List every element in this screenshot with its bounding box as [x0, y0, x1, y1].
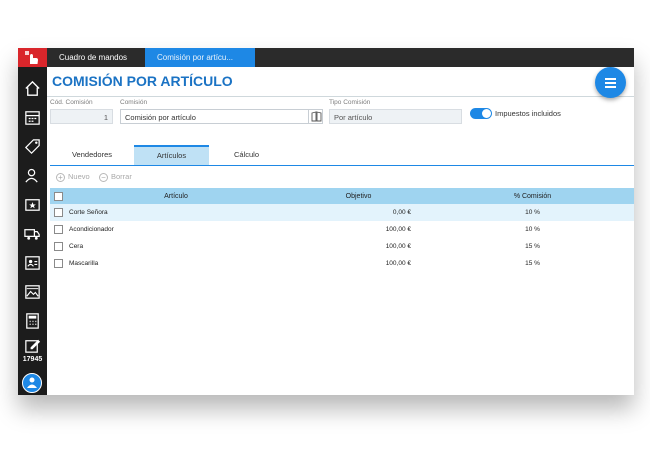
cell-comision: 15 % — [525, 243, 540, 250]
cell-articulo: Corte Señora — [66, 204, 286, 221]
app-logo[interactable] — [18, 48, 47, 67]
select-all-checkbox[interactable] — [53, 191, 63, 201]
cell-comision: 15 % — [525, 260, 540, 267]
col-articulo[interactable]: Artículo — [66, 188, 286, 204]
user-avatar[interactable] — [22, 373, 42, 393]
tab-commission[interactable]: Comisión por artícu... — [145, 48, 255, 67]
name-field[interactable]: Comisión por artículo — [120, 109, 323, 124]
plus-icon: + — [56, 172, 65, 182]
tag-icon[interactable] — [23, 137, 42, 156]
trash-icon: − — [99, 172, 108, 182]
new-label: Nuevo — [68, 172, 90, 181]
taxes-toggle[interactable] — [470, 108, 492, 119]
menu-icon-line — [605, 82, 616, 84]
calculator-icon[interactable] — [23, 311, 42, 330]
table-row[interactable]: Mascarilla 100,00 € 15 % — [50, 255, 634, 272]
taxes-label: Impuestos incluidos — [495, 109, 561, 118]
cell-comision: 10 % — [525, 226, 540, 233]
table-row[interactable]: Cera 100,00 € 15 % — [50, 238, 634, 255]
row-checkbox-cell — [50, 221, 66, 238]
row-checkbox[interactable] — [53, 242, 63, 251]
menu-icon-line — [605, 86, 616, 88]
book-icon — [311, 111, 322, 122]
cell-objetivo: 100,00 € — [385, 260, 411, 267]
cell-objetivo: 100,00 € — [385, 226, 411, 233]
title-bar: COMISIÓN POR ARTÍCULO — [47, 67, 634, 97]
new-button[interactable]: + Nuevo — [56, 172, 90, 182]
top-tab-bar: Cuadro de mandos Comisión por artícu... — [47, 48, 634, 67]
type-label: Tipo Comisión — [329, 99, 371, 106]
code-label: Cód. Comisión — [50, 99, 93, 106]
home-icon[interactable] — [23, 79, 42, 98]
cell-objetivo: 0,00 € — [286, 204, 431, 221]
type-field[interactable]: Por artículo — [329, 109, 462, 124]
hand-pointer-icon — [25, 51, 38, 64]
table-row[interactable]: Corte Señora 0,00 € 10 % — [50, 204, 634, 221]
picker-button[interactable] — [308, 109, 323, 124]
col-objetivo[interactable]: Objetivo — [286, 188, 431, 204]
id-card-icon[interactable] — [23, 253, 42, 272]
tab-articulos[interactable]: Artículos — [134, 145, 209, 165]
delete-button[interactable]: − Borrar — [99, 172, 132, 182]
col-comision[interactable]: % Comisión — [431, 188, 634, 204]
row-checkbox-cell — [50, 238, 66, 255]
cell-objetivo: 100,00 € — [385, 243, 411, 250]
row-checkbox[interactable] — [53, 259, 63, 268]
name-label: Comisión — [120, 99, 148, 106]
row-checkbox-cell — [50, 204, 66, 221]
detail-tabs: Vendedores Artículos Cálculo — [50, 145, 634, 166]
items-table: Artículo Objetivo % Comisión Corte Señor… — [50, 188, 634, 272]
menu-icon-line — [605, 78, 616, 80]
row-checkbox[interactable] — [53, 208, 63, 217]
code-field[interactable]: 1 — [50, 109, 113, 124]
cell-articulo: Acondicionador — [69, 226, 114, 233]
table-row[interactable]: Acondicionador 100,00 € 10 % — [50, 221, 634, 238]
tab-vendedores[interactable]: Vendedores — [50, 145, 134, 165]
tab-calculo[interactable]: Cálculo — [209, 145, 284, 165]
delete-label: Borrar — [111, 172, 132, 181]
row-checkbox[interactable] — [53, 225, 63, 234]
toggle-knob — [482, 109, 491, 118]
star-card-icon[interactable] — [23, 195, 42, 214]
table-header: Artículo Objetivo % Comisión — [50, 188, 634, 204]
menu-button[interactable] — [595, 67, 626, 98]
users-icon[interactable] — [23, 166, 42, 185]
select-all-cell — [50, 188, 66, 204]
sidebar: 17945 — [18, 48, 47, 395]
calendar-icon[interactable] — [23, 108, 42, 127]
user-icon — [27, 377, 37, 388]
row-checkbox-cell — [50, 255, 66, 272]
edit-icon[interactable] — [23, 336, 42, 355]
page-title: COMISIÓN POR ARTÍCULO — [52, 73, 233, 89]
tab-dashboard[interactable]: Cuadro de mandos — [47, 48, 145, 67]
cell-articulo: Mascarilla — [69, 260, 99, 267]
truck-icon[interactable] — [23, 224, 42, 243]
cell-articulo: Cera — [69, 243, 84, 250]
image-icon[interactable] — [23, 282, 42, 301]
app-window: 17945 Cuadro de mandos Comisión por artí… — [18, 48, 634, 395]
cell-comision: 10 % — [431, 204, 634, 221]
badge-count: 17945 — [22, 356, 43, 363]
